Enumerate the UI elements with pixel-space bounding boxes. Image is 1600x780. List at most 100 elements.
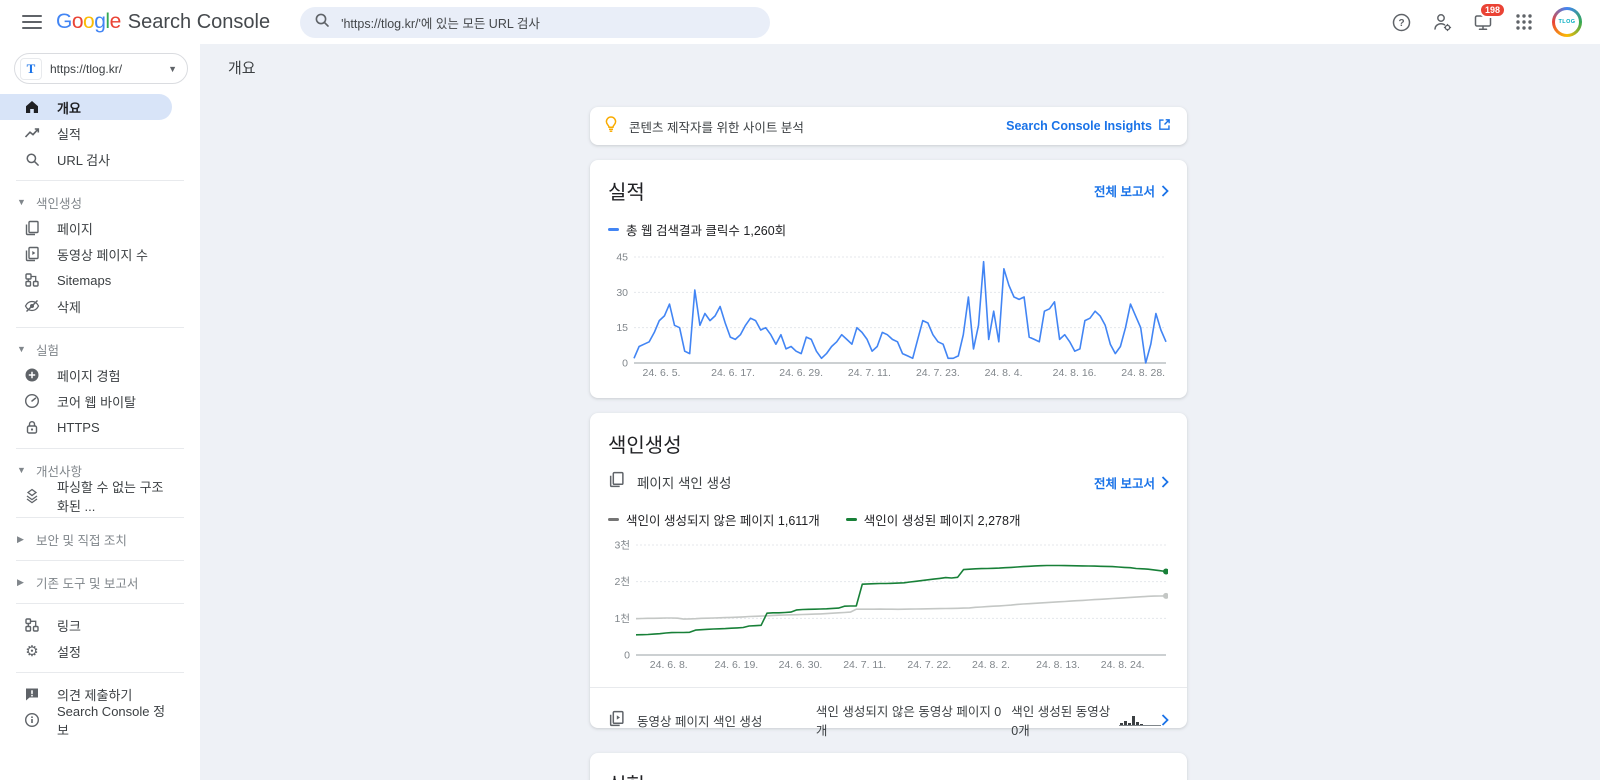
indexing-card-title: 색인생성: [608, 429, 682, 458]
gear-icon: ⚙: [24, 643, 40, 659]
indexing-legend: 색인이 생성되지 않은 페이지 1,611개 색인이 생성된 페이지 2,278…: [608, 510, 1169, 529]
svg-text:24. 7. 22.: 24. 7. 22.: [907, 659, 951, 671]
sidebar-item-pages[interactable]: 페이지: [0, 215, 172, 241]
avatar-label: TLOG: [1555, 10, 1579, 34]
feedback-icon: [24, 686, 40, 702]
video-indexed-stat: 색인 생성된 동영상 0개: [1011, 701, 1116, 739]
sidebar-item-removals[interactable]: 삭제: [0, 293, 172, 319]
performance-card-title: 실적: [608, 176, 645, 205]
video-pages-icon: [608, 710, 625, 730]
legend-not-indexed: 색인이 생성되지 않은 페이지 1,611개: [608, 510, 820, 529]
chevron-expanded-icon: ▼: [17, 465, 26, 475]
page-indexing-subtitle: 페이지 색인 생성: [637, 472, 731, 492]
sidebar-section-indexing[interactable]: ▼ 색인생성: [0, 189, 200, 215]
search-icon: [314, 12, 330, 33]
svg-text:0: 0: [622, 358, 628, 370]
sidebar-section-legacy-tools[interactable]: ▶ 기존 도구 및 보고서: [0, 569, 200, 595]
search-placeholder-text: 'https://tlog.kr/'에 있는 모든 URL 검사: [341, 13, 540, 32]
sidebar-divider: [16, 672, 184, 673]
chevron-collapsed-icon: ▶: [17, 534, 26, 545]
main-content: 개요 콘텐츠 제작자를 위한 사이트 분석 Search Console Ins…: [200, 44, 1600, 780]
sidebar-item-core-web-vitals[interactable]: 코어 웹 바이탈: [0, 388, 172, 414]
google-logo: Google: [56, 10, 121, 34]
sidebar-item-https[interactable]: HTTPS: [0, 414, 172, 440]
sidebar-item-unparsable-structured-data[interactable]: 파싱할 수 없는 구조화된 ...: [0, 483, 172, 509]
video-indexing-row[interactable]: 동영상 페이지 색인 생성 색인 생성되지 않은 동영상 페이지 0개 색인 생…: [608, 701, 1169, 739]
sidebar-divider: [16, 180, 184, 181]
legend-dash-green: [846, 518, 857, 521]
external-link-icon: [1158, 118, 1171, 134]
svg-text:24. 8. 2.: 24. 8. 2.: [972, 659, 1010, 671]
svg-text:24. 8. 4.: 24. 8. 4.: [985, 367, 1023, 379]
svg-text:?: ?: [1398, 18, 1404, 29]
performance-line-chart: 015304524. 6. 5.24. 6. 17.24. 6. 29.24. …: [608, 247, 1168, 379]
pages-icon: [608, 471, 625, 493]
experience-card: 실험: [590, 753, 1187, 780]
sidebar-divider: [16, 448, 184, 449]
chevron-right-icon[interactable]: [1161, 714, 1169, 726]
top-bar: Google Search Console 'https://tlog.kr/'…: [0, 0, 1600, 44]
svg-text:24. 7. 23.: 24. 7. 23.: [916, 367, 960, 379]
user-settings-button[interactable]: [1429, 9, 1455, 35]
account-avatar[interactable]: TLOG: [1552, 7, 1582, 37]
trending-up-icon: [24, 125, 40, 141]
chevron-collapsed-icon: ▶: [17, 577, 26, 588]
svg-text:30: 30: [616, 287, 628, 299]
sidebar-item-overview[interactable]: 개요: [0, 94, 172, 120]
help-button[interactable]: ?: [1388, 9, 1414, 35]
performance-legend: 총 웹 검색결과 클릭수 1,260회: [608, 220, 1169, 239]
sidebar-nav: T https://tlog.kr/ ▼ 개요 실적 URL 검사 ▼ 색인생성…: [0, 44, 200, 780]
sidebar-item-url-inspection[interactable]: URL 검사: [0, 146, 172, 172]
app-logo[interactable]: Google Search Console: [56, 10, 270, 34]
indexing-line-chart: 01천2천3천24. 6. 8.24. 6. 19.24. 6. 30.24. …: [608, 535, 1168, 671]
svg-text:24. 6. 5.: 24. 6. 5.: [643, 367, 681, 379]
google-apps-grid-button[interactable]: [1511, 9, 1537, 35]
svg-text:2천: 2천: [615, 576, 631, 588]
card-divider: [590, 687, 1187, 688]
video-indexing-label: 동영상 페이지 색인 생성: [637, 711, 816, 730]
topbar-actions: ? 198 TLOG: [1388, 7, 1582, 37]
sidebar-item-about[interactable]: Search Console 정보: [0, 707, 172, 733]
chevron-down-icon: ▼: [168, 64, 177, 74]
svg-text:24. 6. 8.: 24. 6. 8.: [650, 659, 688, 671]
sidebar-section-security-manual-actions[interactable]: ▶ 보안 및 직접 조치: [0, 526, 200, 552]
search-console-insights-link[interactable]: Search Console Insights: [1006, 118, 1171, 134]
indexing-full-report-link[interactable]: 전체 보고서: [1094, 473, 1169, 492]
sidebar-item-page-experience[interactable]: 페이지 경험: [0, 362, 172, 388]
hamburger-menu-icon[interactable]: [22, 15, 42, 29]
lightbulb-icon: [602, 115, 620, 138]
svg-text:15: 15: [616, 322, 628, 334]
page-title: 개요: [228, 57, 1600, 78]
svg-text:24. 8. 28.: 24. 8. 28.: [1121, 367, 1165, 379]
legend-clicks: 총 웹 검색결과 클릭수 1,260회: [608, 220, 786, 239]
sidebar-divider: [16, 603, 184, 604]
sidebar-section-experience[interactable]: ▼ 실험: [0, 336, 200, 362]
svg-text:0: 0: [624, 650, 630, 662]
legend-dash-gray: [608, 518, 619, 521]
notifications-button[interactable]: 198: [1470, 9, 1496, 35]
svg-text:24. 6. 29.: 24. 6. 29.: [779, 367, 823, 379]
svg-text:24. 7. 11.: 24. 7. 11.: [843, 659, 886, 671]
url-inspection-search-input[interactable]: 'https://tlog.kr/'에 있는 모든 URL 검사: [300, 7, 770, 38]
svg-text:24. 6. 17.: 24. 6. 17.: [711, 367, 755, 379]
svg-text:1천: 1천: [615, 613, 631, 625]
search-icon: [24, 151, 40, 167]
sidebar-item-links[interactable]: 링크: [0, 612, 172, 638]
svg-text:24. 8. 16.: 24. 8. 16.: [1053, 367, 1097, 379]
sidebar-item-sitemaps[interactable]: Sitemaps: [0, 267, 172, 293]
property-icon: T: [20, 58, 42, 80]
performance-full-report-link[interactable]: 전체 보고서: [1094, 181, 1169, 200]
info-icon: [24, 712, 40, 728]
insights-banner-text: 콘텐츠 제작자를 위한 사이트 분석: [629, 117, 804, 136]
home-icon: [24, 99, 40, 115]
sidebar-item-settings[interactable]: ⚙ 설정: [0, 638, 172, 664]
sidebar-item-performance[interactable]: 실적: [0, 120, 172, 146]
links-icon: [24, 617, 40, 633]
notification-count-badge: 198: [1479, 2, 1506, 18]
sidebar-item-video-pages[interactable]: 동영상 페이지 수: [0, 241, 172, 267]
insights-banner: 콘텐츠 제작자를 위한 사이트 분석 Search Console Insigh…: [590, 107, 1187, 145]
video-pages-icon: [24, 246, 40, 262]
property-selector[interactable]: T https://tlog.kr/ ▼: [14, 53, 188, 84]
svg-text:24. 8. 13.: 24. 8. 13.: [1036, 659, 1080, 671]
lock-icon: [24, 419, 40, 435]
